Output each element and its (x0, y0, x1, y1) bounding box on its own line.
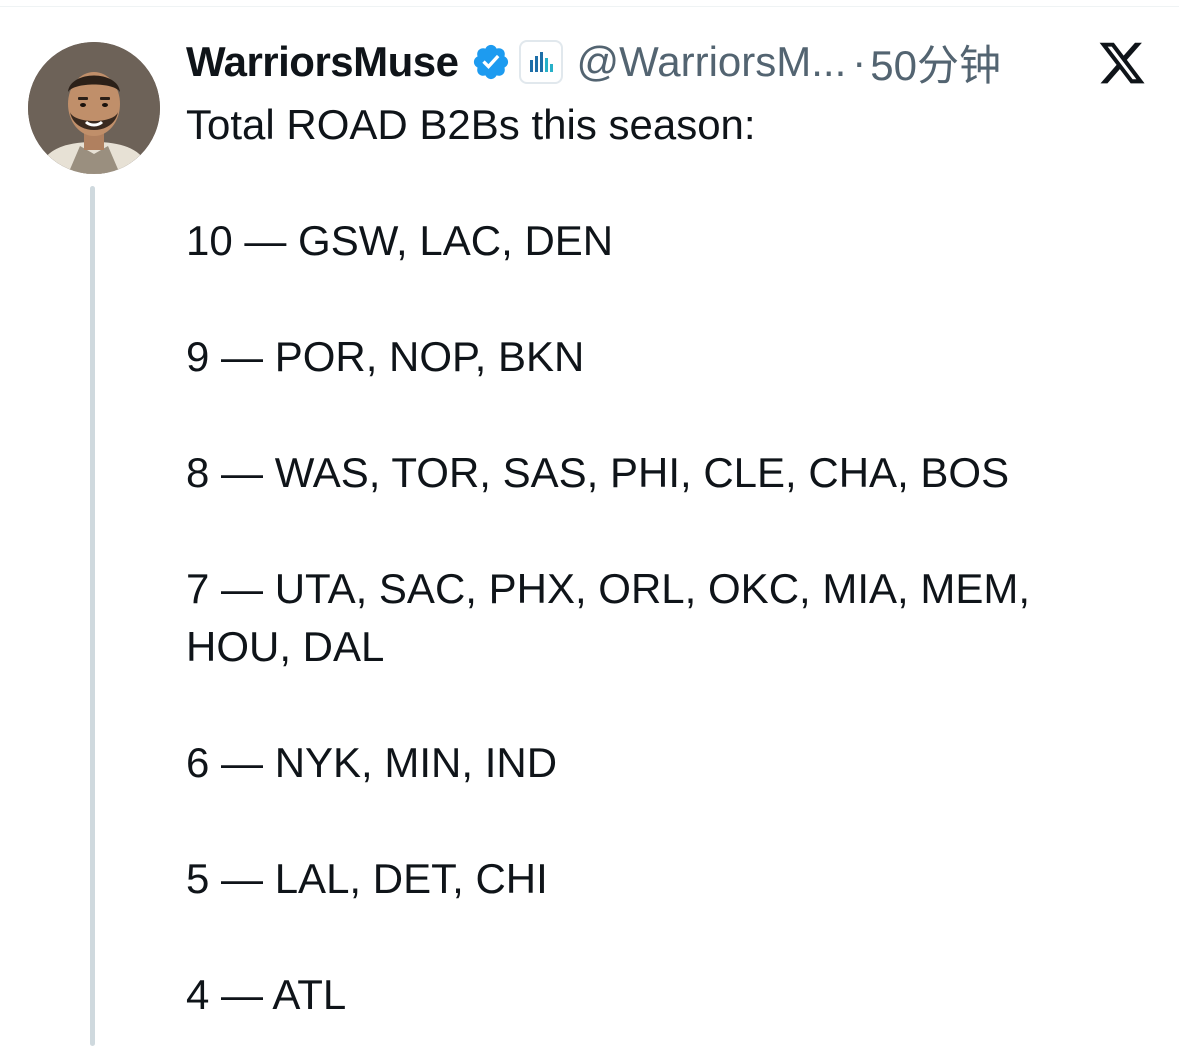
tweet-text: Total ROAD B2Bs this season: 10 — GSW, L… (186, 96, 1146, 1024)
thread-line (90, 186, 95, 1046)
tweet-line: 8 — WAS, TOR, SAS, PHI, CLE, CHA, BOS (186, 449, 1010, 496)
tweet-line: 10 — GSW, LAC, DEN (186, 217, 614, 264)
tweet-line: 7 — UTA, SAC, PHX, ORL, OKC, MIA, MEM, (186, 565, 1031, 612)
tweet-line (186, 502, 1146, 560)
tweet-line: HOU, DAL (186, 623, 385, 670)
tweet-line: 9 — POR, NOP, BKN (186, 333, 585, 380)
verified-badge-icon[interactable] (471, 42, 511, 82)
display-name[interactable]: WarriorsMuse (186, 38, 459, 86)
tweet-line: 5 — LAL, DET, CHI (186, 855, 548, 902)
tweet-line (186, 792, 1146, 850)
tweet-line (186, 908, 1146, 966)
tweet-header: WarriorsMuse @WarriorsM... · 50分钟 (186, 36, 1001, 89)
tweet-line: 4 — ATL (186, 971, 347, 1018)
tweet-line (186, 386, 1146, 444)
tweet-line: 6 — NYK, MIN, IND (186, 739, 558, 786)
avatar-illustration (28, 42, 160, 174)
affiliate-badge-icon[interactable] (518, 40, 563, 84)
tweet-line: Total ROAD B2Bs this season: (186, 101, 756, 148)
tweet-line (186, 154, 1146, 212)
timestamp[interactable]: 50分钟 (870, 32, 1001, 93)
x-logo-icon[interactable] (1096, 38, 1148, 88)
tweet-line (186, 270, 1146, 328)
tweet-line (186, 676, 1146, 734)
user-handle[interactable]: @WarriorsM... (577, 38, 847, 86)
avatar[interactable] (28, 42, 160, 174)
separator-dot: · (852, 38, 867, 85)
top-divider (0, 0, 1179, 7)
